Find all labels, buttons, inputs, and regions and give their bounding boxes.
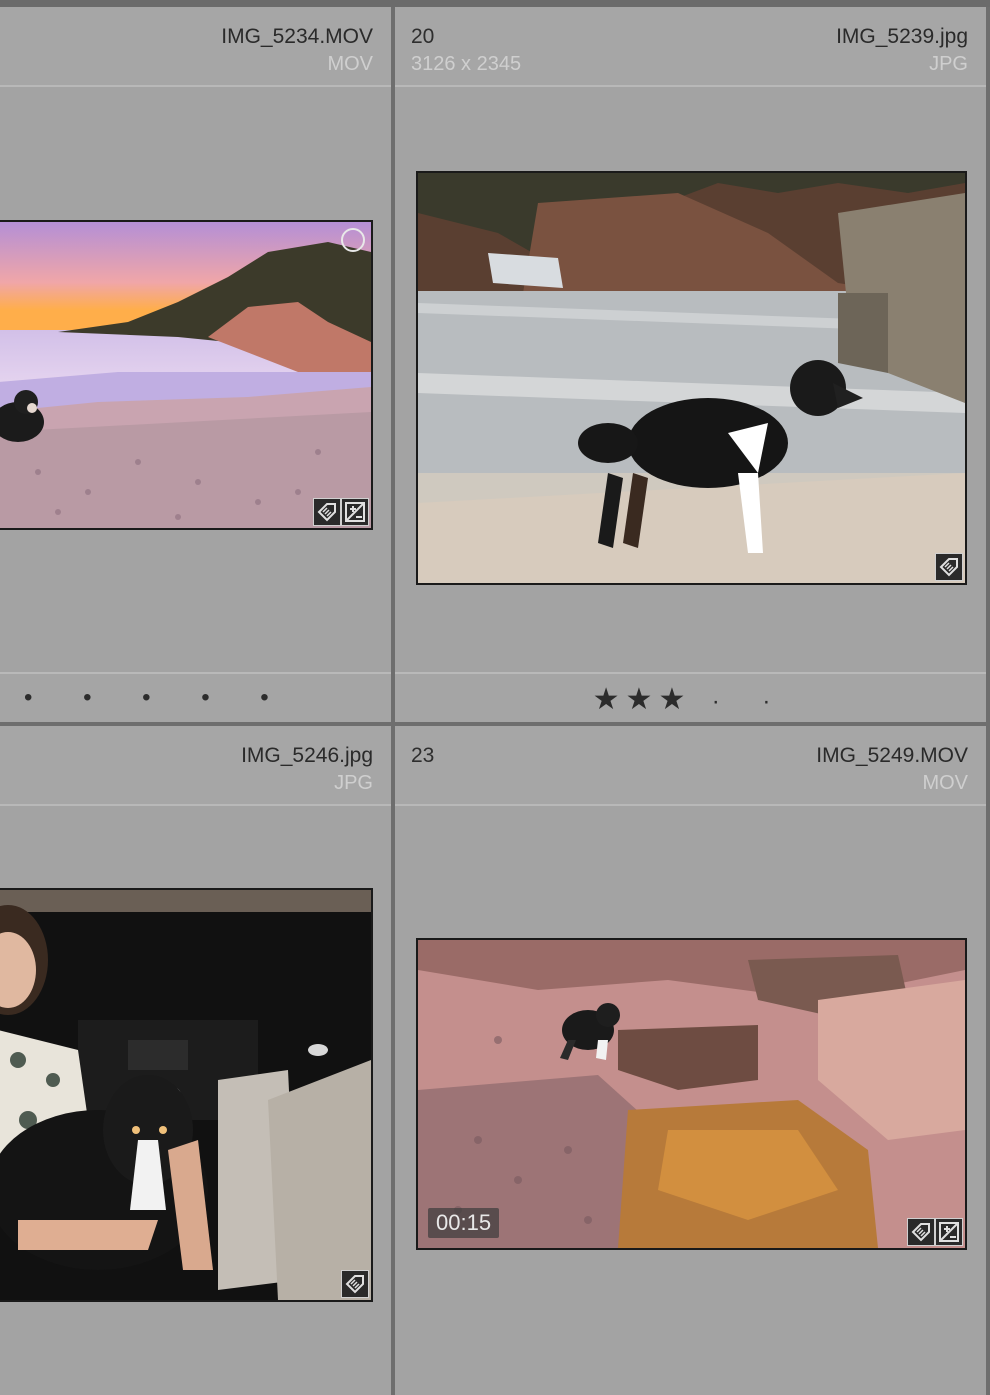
cell-footer: ★★★ · · (395, 672, 986, 722)
cell-body (0, 87, 391, 670)
cell-file-type: MOV (327, 53, 373, 75)
cell-filename: IMG_5246.jpg (241, 744, 373, 767)
keyword-tag-icon (313, 498, 341, 526)
keyword-tag-icon (935, 553, 963, 581)
cell-header: 23 IMG_5249.MOV MOV (395, 726, 986, 806)
cell-header: IMG_5234.MOV MOV (0, 7, 391, 87)
cell-body (395, 87, 986, 670)
cell-filename: IMG_5239.jpg (836, 25, 968, 48)
grid-cell-img-5239[interactable]: 20 IMG_5239.jpg 3126 x 2345 JPG ★★★ · · (395, 7, 986, 722)
cell-body: 00:15 (395, 806, 986, 1395)
grid-cell-img-5234[interactable]: IMG_5234.MOV MOV • • • • • (0, 7, 391, 722)
cell-body (0, 806, 391, 1395)
cell-index: 23 (411, 744, 435, 767)
grid-divider-vertical (391, 7, 395, 1395)
cell-file-type: JPG (929, 53, 968, 75)
cell-header: 20 IMG_5239.jpg 3126 x 2345 JPG (395, 7, 986, 87)
cell-file-type: MOV (922, 772, 968, 794)
cell-header: IMG_5246.jpg JPG (0, 726, 391, 806)
thumbnail-image[interactable] (0, 888, 373, 1302)
cell-file-type: JPG (334, 772, 373, 794)
keyword-tag-icon (341, 1270, 369, 1298)
grid-cell-img-5249[interactable]: 23 IMG_5249.MOV MOV 00:15 (395, 726, 986, 1395)
cell-dimensions: 3126 x 2345 (411, 53, 522, 75)
grid-top-border (0, 0, 990, 7)
cell-footer: • • • • • (0, 672, 391, 722)
grid-divider-horizontal (0, 722, 990, 726)
star-icons[interactable]: ★★★ (593, 683, 692, 716)
cell-index: 20 (411, 25, 435, 48)
thumbnail-image[interactable] (0, 220, 373, 530)
thumbnail-image[interactable]: 00:15 (416, 938, 967, 1250)
rating-stars[interactable]: ★★★ · · (395, 682, 986, 717)
woman-with-dog-thumbnail (0, 890, 371, 1300)
dog-on-beach-thumbnail (418, 173, 965, 583)
cell-filename: IMG_5249.MOV (816, 744, 968, 767)
thumbnail-image[interactable] (416, 171, 967, 585)
rating-dots[interactable]: • • • • • (24, 684, 291, 712)
cell-filename: IMG_5234.MOV (221, 25, 373, 48)
develop-adjusted-icon (341, 498, 369, 526)
rating-dots[interactable]: · · (712, 688, 789, 715)
video-duration: 00:15 (428, 1208, 500, 1238)
dog-on-rocks-thumbnail (418, 940, 965, 1248)
grid-edge-right (986, 7, 990, 1395)
keyword-tag-icon (907, 1218, 935, 1246)
grid-cell-img-5246[interactable]: IMG_5246.jpg JPG (0, 726, 391, 1395)
develop-adjusted-icon (935, 1218, 963, 1246)
sunset-beach-thumbnail (0, 222, 371, 528)
select-circle-icon[interactable] (341, 228, 365, 252)
